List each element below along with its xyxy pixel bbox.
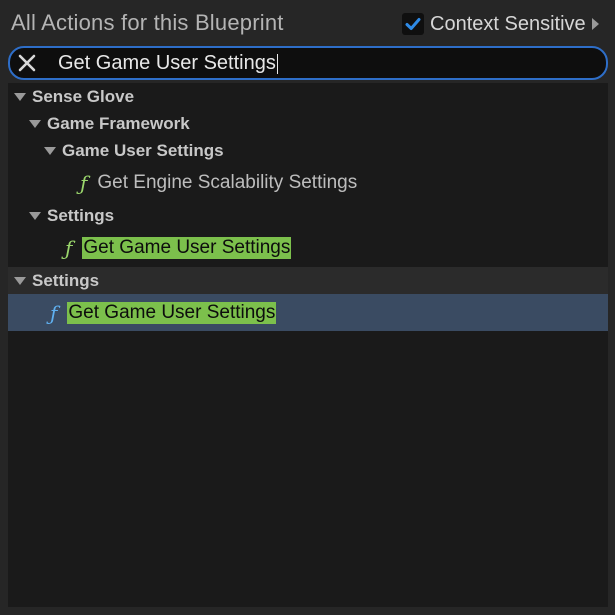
page-title: All Actions for this Blueprint (11, 10, 284, 35)
triangle-down-icon[interactable] (44, 146, 56, 155)
close-icon (18, 54, 36, 72)
action-label: Get Engine Scalability Settings (97, 171, 358, 193)
action-tree[interactable]: Sense Glove Game Framework Game User Set… (8, 83, 608, 607)
category-label: Game Framework (47, 113, 190, 133)
category-settings[interactable]: Settings (8, 267, 608, 294)
function-icon: ƒ (50, 300, 58, 325)
category-label: Sense Glove (32, 86, 135, 106)
action-label-highlighted: Get Game User Settings (67, 301, 277, 324)
triangle-down-icon[interactable] (14, 276, 26, 285)
category-label: Settings (47, 205, 115, 225)
function-icon: ƒ (80, 170, 88, 195)
search-input[interactable]: Get Game User Settings (8, 46, 608, 80)
action-get-game-user-settings-selected[interactable]: ƒ Get Game User Settings (8, 294, 608, 331)
category-settings-nested[interactable]: Settings (8, 202, 608, 229)
action-label-highlighted: Get Game User Settings (82, 236, 292, 259)
clear-search-button[interactable] (16, 52, 38, 74)
chevron-right-icon[interactable] (591, 18, 599, 30)
triangle-down-icon[interactable] (29, 211, 41, 220)
action-get-engine-scalability-settings[interactable]: ƒ Get Engine Scalability Settings (8, 169, 608, 196)
context-sensitive-label: Context Sensitive (430, 12, 586, 35)
action-get-game-user-settings[interactable]: ƒ Get Game User Settings (8, 234, 608, 261)
context-sensitive-toggle[interactable]: Context Sensitive (402, 11, 599, 37)
search-value[interactable]: Get Game User Settings (58, 52, 278, 74)
function-icon: ƒ (65, 235, 73, 260)
triangle-down-icon[interactable] (29, 119, 41, 128)
check-icon (405, 18, 421, 30)
category-label: Game User Settings (62, 140, 224, 160)
category-game-user-settings[interactable]: Game User Settings (8, 137, 608, 164)
category-game-framework[interactable]: Game Framework (8, 110, 608, 137)
category-label: Settings (32, 270, 100, 290)
category-sense-glove[interactable]: Sense Glove (8, 83, 608, 110)
context-sensitive-checkbox[interactable] (402, 13, 424, 35)
triangle-down-icon[interactable] (14, 92, 26, 101)
search-text: Get Game User Settings (58, 52, 276, 74)
window-header: All Actions for this Blueprint Context S… (0, 0, 615, 48)
text-caret (276, 53, 278, 74)
